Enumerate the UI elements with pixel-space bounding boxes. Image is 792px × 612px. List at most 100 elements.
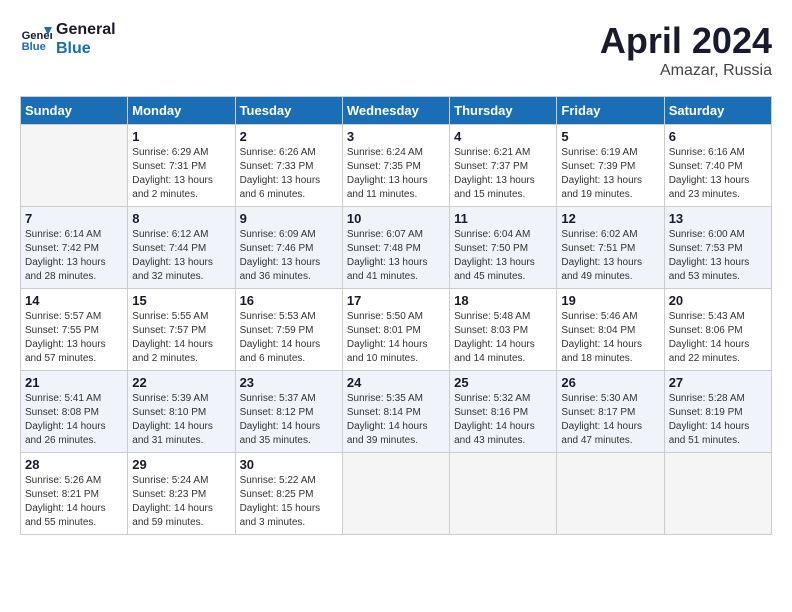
day-info: Sunrise: 6:04 AMSunset: 7:50 PMDaylight:… — [454, 228, 552, 284]
day-cell: 13 Sunrise: 6:00 AMSunset: 7:53 PMDayligh… — [664, 207, 771, 289]
day-cell: 25Sunrise: 5:32 AMSunset: 8:16 PMDayligh… — [450, 371, 557, 453]
header-cell-saturday: Saturday — [664, 97, 771, 125]
day-cell: 18Sunrise: 5:48 AMSunset: 8:03 PMDayligh… — [450, 289, 557, 371]
day-info: Sunrise: 6:19 AMSunset: 7:39 PMDaylight:… — [561, 146, 659, 202]
day-cell: 1 Sunrise: 6:29 AMSunset: 7:31 PMDaylight… — [128, 125, 235, 207]
page-header: General Blue General Blue April 2024 Ama… — [20, 20, 772, 80]
day-info: Sunrise: 5:35 AMSunset: 8:14 PMDaylight:… — [347, 392, 445, 448]
day-number: 13 — [669, 211, 767, 226]
day-info: Sunrise: 6:12 AMSunset: 7:44 PMDaylight:… — [132, 228, 230, 284]
day-number: 1 — [132, 129, 230, 144]
header-cell-monday: Monday — [128, 97, 235, 125]
day-cell: 21 Sunrise: 5:41 AMSunset: 8:08 PMDayligh… — [21, 371, 128, 453]
day-number: 21 — [25, 375, 123, 390]
week-row-1: 1 Sunrise: 6:29 AMSunset: 7:31 PMDaylight… — [21, 125, 772, 207]
day-cell: 24Sunrise: 5:35 AMSunset: 8:14 PMDayligh… — [342, 371, 449, 453]
day-number: 30 — [240, 457, 338, 472]
header-cell-friday: Friday — [557, 97, 664, 125]
day-info: Sunrise: 6:21 AMSunset: 7:37 PMDaylight:… — [454, 146, 552, 202]
day-cell: 26 Sunrise: 5:30 AMSunset: 8:17 PMDayligh… — [557, 371, 664, 453]
day-cell — [450, 453, 557, 535]
day-info: Sunrise: 5:46 AMSunset: 8:04 PMDaylight:… — [561, 310, 659, 366]
header-cell-tuesday: Tuesday — [235, 97, 342, 125]
day-number: 9 — [240, 211, 338, 226]
day-info: Sunrise: 6:14 AMSunset: 7:42 PMDaylight:… — [25, 228, 123, 284]
logo-line1: General — [56, 20, 116, 39]
day-info: Sunrise: 5:53 AMSunset: 7:59 PMDaylight:… — [240, 310, 338, 366]
day-cell — [664, 453, 771, 535]
day-cell: 20 Sunrise: 5:43 AMSunset: 8:06 PMDayligh… — [664, 289, 771, 371]
month-title: April 2024 — [600, 20, 772, 62]
day-info: Sunrise: 6:16 AMSunset: 7:40 PMDaylight:… — [669, 146, 767, 202]
day-cell: 17 Sunrise: 5:50 AMSunset: 8:01 PMDayligh… — [342, 289, 449, 371]
logo-line2: Blue — [56, 39, 116, 58]
day-number: 11 — [454, 211, 552, 226]
day-cell: 4 Sunrise: 6:21 AMSunset: 7:37 PMDaylight… — [450, 125, 557, 207]
week-row-4: 21 Sunrise: 5:41 AMSunset: 8:08 PMDayligh… — [21, 371, 772, 453]
day-number: 12 — [561, 211, 659, 226]
day-info: Sunrise: 5:55 AMSunset: 7:57 PMDaylight:… — [132, 310, 230, 366]
header-cell-sunday: Sunday — [21, 97, 128, 125]
day-info: Sunrise: 6:09 AMSunset: 7:46 PMDaylight:… — [240, 228, 338, 284]
day-cell — [21, 125, 128, 207]
day-cell: 9 Sunrise: 6:09 AMSunset: 7:46 PMDaylight… — [235, 207, 342, 289]
day-cell: 19Sunrise: 5:46 AMSunset: 8:04 PMDayligh… — [557, 289, 664, 371]
logo-icon: General Blue — [20, 23, 52, 55]
day-number: 17 — [347, 293, 445, 308]
calendar-table: SundayMondayTuesdayWednesdayThursdayFrid… — [20, 96, 772, 535]
day-info: Sunrise: 6:24 AMSunset: 7:35 PMDaylight:… — [347, 146, 445, 202]
header-cell-thursday: Thursday — [450, 97, 557, 125]
day-cell: 27Sunrise: 5:28 AMSunset: 8:19 PMDayligh… — [664, 371, 771, 453]
day-info: Sunrise: 6:02 AMSunset: 7:51 PMDaylight:… — [561, 228, 659, 284]
day-cell: 28Sunrise: 5:26 AMSunset: 8:21 PMDayligh… — [21, 453, 128, 535]
day-number: 20 — [669, 293, 767, 308]
day-number: 29 — [132, 457, 230, 472]
day-number: 23 — [240, 375, 338, 390]
day-cell: 23 Sunrise: 5:37 AMSunset: 8:12 PMDayligh… — [235, 371, 342, 453]
day-number: 4 — [454, 129, 552, 144]
day-cell — [342, 453, 449, 535]
day-number: 3 — [347, 129, 445, 144]
day-info: Sunrise: 6:29 AMSunset: 7:31 PMDaylight:… — [132, 146, 230, 202]
day-cell — [557, 453, 664, 535]
day-info: Sunrise: 5:22 AMSunset: 8:25 PMDaylight:… — [240, 474, 338, 530]
day-info: Sunrise: 5:39 AMSunset: 8:10 PMDaylight:… — [132, 392, 230, 448]
day-cell: 12 Sunrise: 6:02 AMSunset: 7:51 PMDayligh… — [557, 207, 664, 289]
day-info: Sunrise: 5:30 AMSunset: 8:17 PMDaylight:… — [561, 392, 659, 448]
week-row-3: 14Sunrise: 5:57 AMSunset: 7:55 PMDayligh… — [21, 289, 772, 371]
day-cell: 5Sunrise: 6:19 AMSunset: 7:39 PMDaylight… — [557, 125, 664, 207]
day-cell: 10Sunrise: 6:07 AMSunset: 7:48 PMDayligh… — [342, 207, 449, 289]
day-number: 7 — [25, 211, 123, 226]
day-cell: 16 Sunrise: 5:53 AMSunset: 7:59 PMDayligh… — [235, 289, 342, 371]
day-cell: 8 Sunrise: 6:12 AMSunset: 7:44 PMDaylight… — [128, 207, 235, 289]
header-cell-wednesday: Wednesday — [342, 97, 449, 125]
day-number: 25 — [454, 375, 552, 390]
day-cell: 14Sunrise: 5:57 AMSunset: 7:55 PMDayligh… — [21, 289, 128, 371]
week-row-2: 7 Sunrise: 6:14 AMSunset: 7:42 PMDaylight… — [21, 207, 772, 289]
day-cell: 6 Sunrise: 6:16 AMSunset: 7:40 PMDaylight… — [664, 125, 771, 207]
day-info: Sunrise: 5:57 AMSunset: 7:55 PMDaylight:… — [25, 310, 123, 366]
header-row: SundayMondayTuesdayWednesdayThursdayFrid… — [21, 97, 772, 125]
day-cell: 29Sunrise: 5:24 AMSunset: 8:23 PMDayligh… — [128, 453, 235, 535]
day-cell: 3 Sunrise: 6:24 AMSunset: 7:35 PMDaylight… — [342, 125, 449, 207]
day-number: 27 — [669, 375, 767, 390]
day-info: Sunrise: 6:07 AMSunset: 7:48 PMDaylight:… — [347, 228, 445, 284]
day-number: 6 — [669, 129, 767, 144]
day-info: Sunrise: 5:50 AMSunset: 8:01 PMDaylight:… — [347, 310, 445, 366]
day-info: Sunrise: 6:00 AMSunset: 7:53 PMDaylight:… — [669, 228, 767, 284]
day-number: 16 — [240, 293, 338, 308]
day-number: 2 — [240, 129, 338, 144]
location: Amazar, Russia — [600, 62, 772, 80]
day-cell: 2Sunrise: 6:26 AMSunset: 7:33 PMDaylight… — [235, 125, 342, 207]
day-cell: 11 Sunrise: 6:04 AMSunset: 7:50 PMDayligh… — [450, 207, 557, 289]
day-cell: 7 Sunrise: 6:14 AMSunset: 7:42 PMDaylight… — [21, 207, 128, 289]
day-number: 18 — [454, 293, 552, 308]
title-area: April 2024 Amazar, Russia — [600, 20, 772, 80]
svg-text:Blue: Blue — [22, 41, 46, 53]
day-cell: 30 Sunrise: 5:22 AMSunset: 8:25 PMDayligh… — [235, 453, 342, 535]
day-info: Sunrise: 5:41 AMSunset: 8:08 PMDaylight:… — [25, 392, 123, 448]
day-info: Sunrise: 5:37 AMSunset: 8:12 PMDaylight:… — [240, 392, 338, 448]
day-info: Sunrise: 5:43 AMSunset: 8:06 PMDaylight:… — [669, 310, 767, 366]
day-number: 26 — [561, 375, 659, 390]
day-number: 8 — [132, 211, 230, 226]
